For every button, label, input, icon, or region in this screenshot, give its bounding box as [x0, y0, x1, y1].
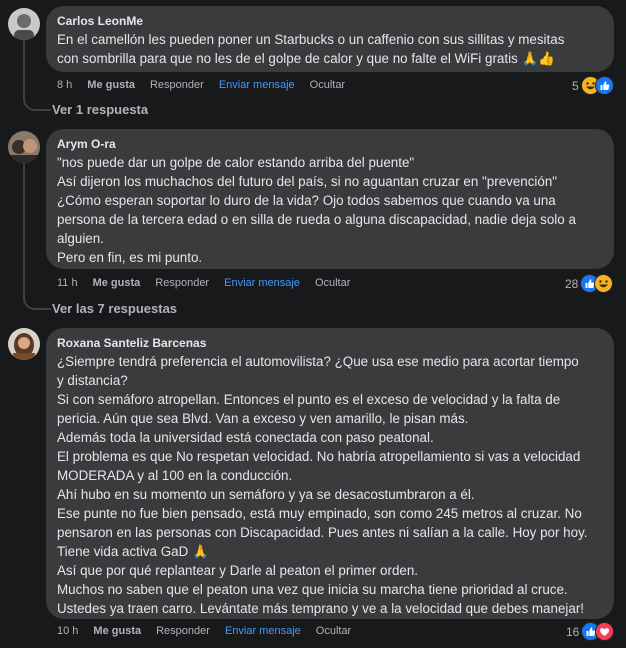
reply-button[interactable]: Responder — [156, 625, 210, 637]
comment-text-line: El problema es que No respetan velocidad… — [57, 449, 581, 464]
comment-text-line: alguien. — [57, 231, 104, 246]
like-button[interactable]: Me gusta — [87, 79, 135, 91]
comment-time[interactable]: 11 h — [57, 277, 78, 289]
comment-text-line: "nos puede dar un golpe de calor estando… — [57, 155, 415, 170]
like-button[interactable]: Me gusta — [93, 277, 141, 289]
reaction-count: 16 — [566, 624, 580, 639]
reaction-count: 5 — [572, 78, 579, 93]
reply-button[interactable]: Responder — [155, 277, 209, 289]
comment-bubble: Arym O-ra "nos puede dar un golpe de cal… — [46, 129, 614, 269]
haha-icon — [594, 274, 614, 293]
comment-text-line: Ese punte no fue bien pensado, está muy … — [57, 506, 582, 521]
thread-line — [23, 40, 25, 94]
reaction-summary[interactable]: 28 — [565, 274, 614, 293]
love-icon — [595, 622, 615, 641]
comment-text-line: Tiene vida activa GaD 🙏 — [57, 544, 209, 559]
comment-author[interactable]: Roxana Santeliz Barcenas — [57, 336, 602, 351]
comment-text-line: persona de la tercera edad o en silla de… — [57, 212, 576, 227]
comment-text-line: Si con semáforo atropellan. Entonces el … — [57, 392, 561, 407]
comment-text-line: Ahí hubo en su momento un semáforo y ya … — [57, 487, 475, 502]
like-button[interactable]: Me gusta — [93, 625, 141, 637]
reaction-count: 28 — [565, 276, 579, 291]
thread-elbow — [23, 93, 51, 111]
comment-bubble: Roxana Santeliz Barcenas ¿Siempre tendrá… — [46, 328, 614, 619]
hide-button[interactable]: Ocultar — [310, 79, 345, 91]
comment-text-line: Pero en fin, es mi punto. — [57, 250, 203, 265]
comment-text-line: y distancia? — [57, 373, 128, 388]
hide-button[interactable]: Ocultar — [316, 625, 351, 637]
comment-text-line: pensaron en las personas con Discapacida… — [57, 525, 588, 540]
thread-line — [23, 163, 25, 293]
comment-text-line: ¿Siempre tendrá preferencia el automovil… — [57, 354, 579, 369]
comment-text-line: Ustedes ya traen carro. Levántate más te… — [57, 601, 584, 616]
comment-time[interactable]: 10 h — [57, 625, 78, 637]
send-message-button[interactable]: Enviar mensaje — [225, 625, 301, 637]
avatar[interactable] — [8, 8, 40, 40]
like-icon — [594, 76, 614, 95]
send-message-button[interactable]: Enviar mensaje — [219, 79, 295, 91]
avatar[interactable] — [8, 131, 40, 163]
avatar[interactable] — [8, 328, 40, 360]
send-message-button[interactable]: Enviar mensaje — [224, 277, 300, 289]
comment-text-line: Así que por qué replantear y Darle al pe… — [57, 563, 419, 578]
comment-text-line: Muchos no saben que el peaton una vez qu… — [57, 582, 568, 597]
comment-text-line: MODERADA y al 100 en la conducción. — [57, 468, 293, 483]
comment-actions: 8 h Me gusta Responder Enviar mensaje Oc… — [57, 79, 360, 91]
comment-bubble: Carlos LeonMe En el camellón les pueden … — [46, 6, 614, 72]
reaction-summary[interactable]: 5 — [572, 76, 614, 95]
view-replies-link[interactable]: Ver 1 respuesta — [52, 102, 148, 117]
comment-text-line: Además toda la universidad está conectad… — [57, 430, 434, 445]
comment-text-line: En el camellón les pueden poner un Starb… — [57, 32, 565, 47]
reaction-summary[interactable]: 16 — [566, 622, 615, 641]
comment-text-line: pericia. Aún que sea Blvd. Van a exceso … — [57, 411, 469, 426]
comment-text-line: Así dijeron los muchachos del futuro del… — [57, 174, 558, 189]
comment-author[interactable]: Arym O-ra — [57, 137, 602, 152]
comment-text-line: con sombrilla para que no les de el golp… — [57, 51, 555, 66]
reply-button[interactable]: Responder — [150, 79, 204, 91]
view-replies-link[interactable]: Ver las 7 respuestas — [52, 301, 177, 316]
comment-time[interactable]: 8 h — [57, 79, 72, 91]
comment-text-line: ¿Cómo esperan soportar lo duro de la vid… — [57, 193, 556, 208]
thread-elbow — [23, 292, 51, 310]
hide-button[interactable]: Ocultar — [315, 277, 350, 289]
comment-actions: 10 h Me gusta Responder Enviar mensaje O… — [57, 625, 366, 637]
comment-author[interactable]: Carlos LeonMe — [57, 14, 602, 29]
comment-actions: 11 h Me gusta Responder Enviar mensaje O… — [57, 277, 365, 289]
